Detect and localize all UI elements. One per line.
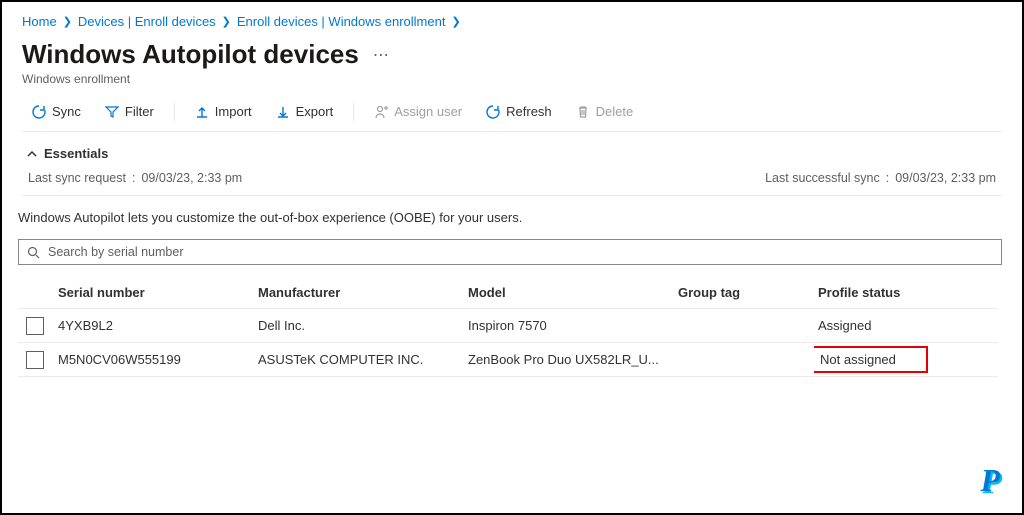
export-icon	[276, 105, 290, 119]
watermark-logo: P	[980, 462, 1000, 499]
toolbar-label: Delete	[596, 104, 634, 119]
toolbar-label: Import	[215, 104, 252, 119]
toolbar-label: Sync	[52, 104, 81, 119]
cell-profile-status: Assigned	[818, 318, 871, 333]
chevron-right-icon: ❯	[222, 15, 231, 28]
more-menu-button[interactable]: ⋯	[373, 45, 390, 65]
row-checkbox[interactable]	[26, 317, 44, 335]
last-successful-sync-value: 09/03/23, 2:33 pm	[895, 171, 996, 185]
col-serial[interactable]: Serial number	[54, 285, 254, 300]
toolbar-divider	[353, 103, 354, 121]
chevron-right-icon: ❯	[63, 15, 72, 28]
search-input[interactable]	[48, 245, 993, 259]
table-row[interactable]: M5N0CV06W555199 ASUSTeK COMPUTER INC. Ze…	[18, 343, 998, 377]
sync-button[interactable]: Sync	[22, 100, 91, 123]
sync-icon	[32, 105, 46, 119]
toolbar-label: Refresh	[506, 104, 552, 119]
col-group-tag[interactable]: Group tag	[674, 285, 814, 300]
page-title: Windows Autopilot devices	[22, 39, 359, 70]
delete-button: Delete	[566, 100, 644, 123]
import-button[interactable]: Import	[185, 100, 262, 123]
toolbar-label: Export	[296, 104, 334, 119]
page-subtitle: Windows enrollment	[22, 72, 1002, 86]
last-successful-sync-label: Last successful sync	[765, 171, 880, 185]
breadcrumb-item-devices[interactable]: Devices | Enroll devices	[78, 14, 216, 29]
search-box[interactable]	[18, 239, 1002, 265]
breadcrumb-item-home[interactable]: Home	[22, 14, 57, 29]
last-sync-request-value: 09/03/23, 2:33 pm	[141, 171, 242, 185]
delete-icon	[576, 105, 590, 119]
cell-manufacturer: ASUSTeK COMPUTER INC.	[254, 352, 464, 367]
cell-profile-status: Not assigned	[814, 346, 928, 373]
last-sync-request-label: Last sync request	[28, 171, 126, 185]
col-manufacturer[interactable]: Manufacturer	[254, 285, 464, 300]
toolbar-label: Filter	[125, 104, 154, 119]
cell-serial: M5N0CV06W555199	[54, 352, 254, 367]
col-profile-status[interactable]: Profile status	[814, 285, 998, 300]
breadcrumb-item-enroll[interactable]: Enroll devices | Windows enrollment	[237, 14, 446, 29]
user-icon	[374, 105, 388, 119]
device-table: Serial number Manufacturer Model Group t…	[18, 275, 998, 377]
chevron-up-icon	[26, 148, 38, 160]
filter-button[interactable]: Filter	[95, 100, 164, 123]
cell-serial: 4YXB9L2	[54, 318, 254, 333]
refresh-button[interactable]: Refresh	[476, 100, 562, 123]
chevron-right-icon: ❯	[451, 15, 460, 28]
row-checkbox[interactable]	[26, 351, 44, 369]
col-model[interactable]: Model	[464, 285, 674, 300]
toolbar: Sync Filter Import Export Assign u	[22, 86, 1002, 132]
essentials-toggle[interactable]: Essentials	[26, 146, 998, 171]
breadcrumb: Home ❯ Devices | Enroll devices ❯ Enroll…	[22, 10, 1002, 35]
filter-icon	[105, 105, 119, 119]
refresh-icon	[486, 105, 500, 119]
toolbar-label: Assign user	[394, 104, 462, 119]
essentials-heading: Essentials	[44, 146, 108, 161]
page-description: Windows Autopilot lets you customize the…	[18, 196, 1002, 239]
essentials-section: Essentials Last sync request : 09/03/23,…	[22, 146, 1002, 196]
import-icon	[195, 105, 209, 119]
cell-model: ZenBook Pro Duo UX582LR_U...	[464, 352, 674, 367]
toolbar-divider	[174, 103, 175, 121]
search-icon	[27, 246, 40, 259]
cell-manufacturer: Dell Inc.	[254, 318, 464, 333]
assign-user-button: Assign user	[364, 100, 472, 123]
table-header: Serial number Manufacturer Model Group t…	[18, 275, 998, 309]
export-button[interactable]: Export	[266, 100, 344, 123]
cell-model: Inspiron 7570	[464, 318, 674, 333]
table-row[interactable]: 4YXB9L2 Dell Inc. Inspiron 7570 Assigned	[18, 309, 998, 343]
